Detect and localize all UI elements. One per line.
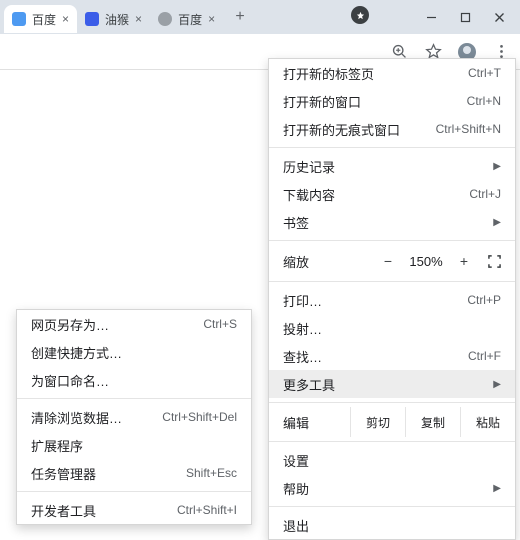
- menu-help[interactable]: 帮助▶: [269, 474, 515, 502]
- fullscreen-icon[interactable]: [483, 255, 505, 268]
- maximize-button[interactable]: [448, 3, 482, 31]
- menu-zoom-row: 缩放 − 150% +: [269, 245, 515, 277]
- zoom-in-button[interactable]: +: [451, 253, 477, 269]
- menu-new-incognito[interactable]: 打开新的无痕式窗口Ctrl+Shift+N: [269, 115, 515, 143]
- tab-title-1: 油猴: [105, 11, 129, 28]
- menu-separator: [269, 240, 515, 241]
- tab-strip: 百度 × 油猴 × 百度 × +: [0, 0, 520, 34]
- menu-separator: [269, 147, 515, 148]
- edit-cut-button[interactable]: 剪切: [350, 407, 405, 437]
- tab-title-0: 百度: [32, 11, 56, 28]
- menu-bookmarks[interactable]: 书签▶: [269, 208, 515, 236]
- menu-separator: [17, 398, 251, 399]
- tab-close-1[interactable]: ×: [135, 12, 142, 26]
- menu-downloads[interactable]: 下载内容Ctrl+J: [269, 180, 515, 208]
- menu-settings[interactable]: 设置: [269, 446, 515, 474]
- tab-2[interactable]: 百度 ×: [150, 5, 223, 33]
- favicon-1: [85, 12, 99, 26]
- submenu-create-shortcut[interactable]: 创建快捷方式…: [17, 338, 251, 366]
- menu-exit[interactable]: 退出: [269, 511, 515, 539]
- submenu-developer-tools[interactable]: 开发者工具Ctrl+Shift+I: [17, 496, 251, 524]
- more-tools-submenu: 网页另存为…Ctrl+S 创建快捷方式… 为窗口命名… 清除浏览数据…Ctrl+…: [16, 309, 252, 525]
- menu-edit-row: 编辑 剪切 复制 粘贴: [269, 407, 515, 437]
- favicon-0: [12, 12, 26, 26]
- new-tab-button[interactable]: +: [227, 4, 253, 30]
- menu-new-tab[interactable]: 打开新的标签页Ctrl+T: [269, 59, 515, 87]
- submenu-save-page-as[interactable]: 网页另存为…Ctrl+S: [17, 310, 251, 338]
- chevron-right-icon: ▶: [493, 161, 501, 172]
- zoom-out-button[interactable]: −: [375, 253, 401, 269]
- tab-1[interactable]: 油猴 ×: [77, 5, 150, 33]
- menu-separator: [17, 491, 251, 492]
- submenu-task-manager[interactable]: 任务管理器Shift+Esc: [17, 459, 251, 487]
- submenu-name-window[interactable]: 为窗口命名…: [17, 366, 251, 394]
- tab-close-2[interactable]: ×: [208, 12, 215, 26]
- close-window-button[interactable]: [482, 3, 516, 31]
- menu-cast[interactable]: 投射…: [269, 314, 515, 342]
- edit-paste-button[interactable]: 粘贴: [460, 407, 515, 437]
- submenu-clear-browsing-data[interactable]: 清除浏览数据…Ctrl+Shift+Del: [17, 403, 251, 431]
- tab-0[interactable]: 百度 ×: [4, 5, 77, 33]
- submenu-extensions[interactable]: 扩展程序: [17, 431, 251, 459]
- menu-separator: [269, 506, 515, 507]
- menu-find[interactable]: 查找…Ctrl+F: [269, 342, 515, 370]
- minimize-button[interactable]: [414, 3, 448, 31]
- menu-more-tools[interactable]: 更多工具▶: [269, 370, 515, 398]
- chevron-right-icon: ▶: [493, 379, 501, 390]
- menu-separator: [269, 441, 515, 442]
- favicon-2: [158, 12, 172, 26]
- edit-copy-button[interactable]: 复制: [405, 407, 460, 437]
- menu-separator: [269, 402, 515, 403]
- extension-badge-icon[interactable]: [351, 6, 369, 24]
- menu-separator: [269, 281, 515, 282]
- menu-print[interactable]: 打印…Ctrl+P: [269, 286, 515, 314]
- chevron-right-icon: ▶: [493, 217, 501, 228]
- chevron-right-icon: ▶: [493, 483, 501, 494]
- tab-title-2: 百度: [178, 11, 202, 28]
- menu-history[interactable]: 历史记录▶: [269, 152, 515, 180]
- tab-close-0[interactable]: ×: [62, 12, 69, 26]
- chrome-main-menu: 打开新的标签页Ctrl+T 打开新的窗口Ctrl+N 打开新的无痕式窗口Ctrl…: [268, 58, 516, 540]
- menu-new-window[interactable]: 打开新的窗口Ctrl+N: [269, 87, 515, 115]
- zoom-value: 150%: [401, 254, 451, 269]
